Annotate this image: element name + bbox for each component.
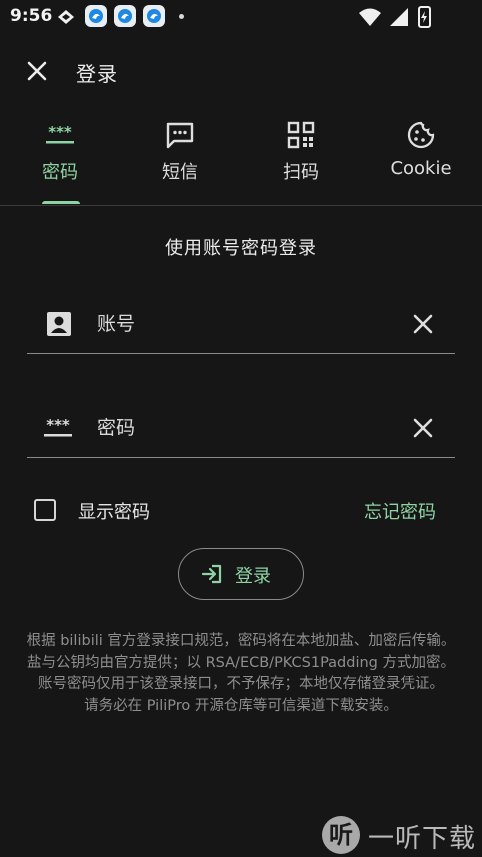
status-bar: 9:56	[0, 0, 482, 34]
password-input[interactable]	[97, 412, 397, 444]
tab-label: Cookie	[390, 158, 452, 179]
battery-charging-icon	[418, 5, 431, 28]
password-dots-icon: ***	[46, 125, 74, 144]
login-button-label: 登录	[235, 566, 271, 587]
page-title: 登录	[76, 62, 118, 86]
note-line: 请务必在 PiliPro 开源仓库等可信渠道下载安装。	[84, 697, 398, 714]
tab-password[interactable]: *** 密码	[15, 118, 105, 206]
tab-label: 短信	[162, 162, 198, 183]
more-notifications-dot	[179, 14, 184, 19]
cookie-icon	[407, 121, 435, 149]
password-field: ***	[27, 400, 455, 458]
clear-account-icon[interactable]	[409, 310, 437, 338]
show-password-label: 显示密码	[78, 502, 150, 523]
note-line: 盐与公钥均由官方提供；以 RSA/ECB/PKCS1Padding 方式加密。	[26, 654, 455, 671]
account-input[interactable]	[97, 308, 397, 340]
active-tab-indicator	[42, 201, 80, 204]
tab-label: 密码	[42, 162, 78, 183]
login-method-tabs: *** 密码 短信 扫码 Cookie	[0, 118, 482, 206]
login-subtitle: 使用账号密码登录	[165, 238, 317, 259]
account-box-icon	[47, 312, 71, 336]
account-field	[27, 296, 455, 354]
login-notes: 根据 bilibili 官方登录接口规范，密码将在本地加盐、加密后传输。 盐与公…	[26, 631, 456, 717]
watermark-logo: 听	[322, 816, 360, 854]
status-time: 9:56	[10, 6, 53, 26]
svg-text:***: ***	[46, 416, 70, 434]
bird-app-icon	[85, 5, 107, 27]
signal-icon	[390, 8, 408, 26]
bird-app-icon	[143, 5, 165, 27]
diamond-notification-icon	[58, 10, 74, 24]
tab-label: 扫码	[283, 162, 319, 183]
password-dots-icon: ***	[44, 416, 72, 437]
tab-cookie[interactable]: Cookie	[376, 118, 466, 206]
app-bar: 登录	[0, 46, 482, 94]
watermark: 听 一听下载	[318, 814, 482, 857]
clear-password-icon[interactable]	[409, 414, 437, 442]
login-button[interactable]: 登录	[178, 548, 304, 600]
login-arrow-icon	[201, 564, 222, 584]
bird-app-icon	[114, 5, 136, 27]
forgot-password-link[interactable]: 忘记密码	[364, 498, 436, 524]
status-right-icons	[358, 5, 448, 32]
show-password-checkbox[interactable]	[34, 499, 56, 521]
svg-text:***: ***	[48, 125, 72, 141]
close-icon[interactable]	[22, 56, 52, 86]
note-line: 根据 bilibili 官方登录接口规范，密码将在本地加盐、加密后传输。	[26, 633, 456, 649]
note-line: 账号密码仅用于该登录接口，不予保存；本地仅存储登录凭证。	[38, 676, 444, 692]
wifi-icon	[359, 8, 381, 26]
watermark-text: 一听下载	[368, 824, 477, 854]
tab-scan-qr[interactable]: 扫码	[256, 118, 346, 206]
qr-code-icon	[287, 121, 315, 149]
tab-sms[interactable]: 短信	[135, 118, 225, 206]
message-icon	[166, 122, 194, 149]
